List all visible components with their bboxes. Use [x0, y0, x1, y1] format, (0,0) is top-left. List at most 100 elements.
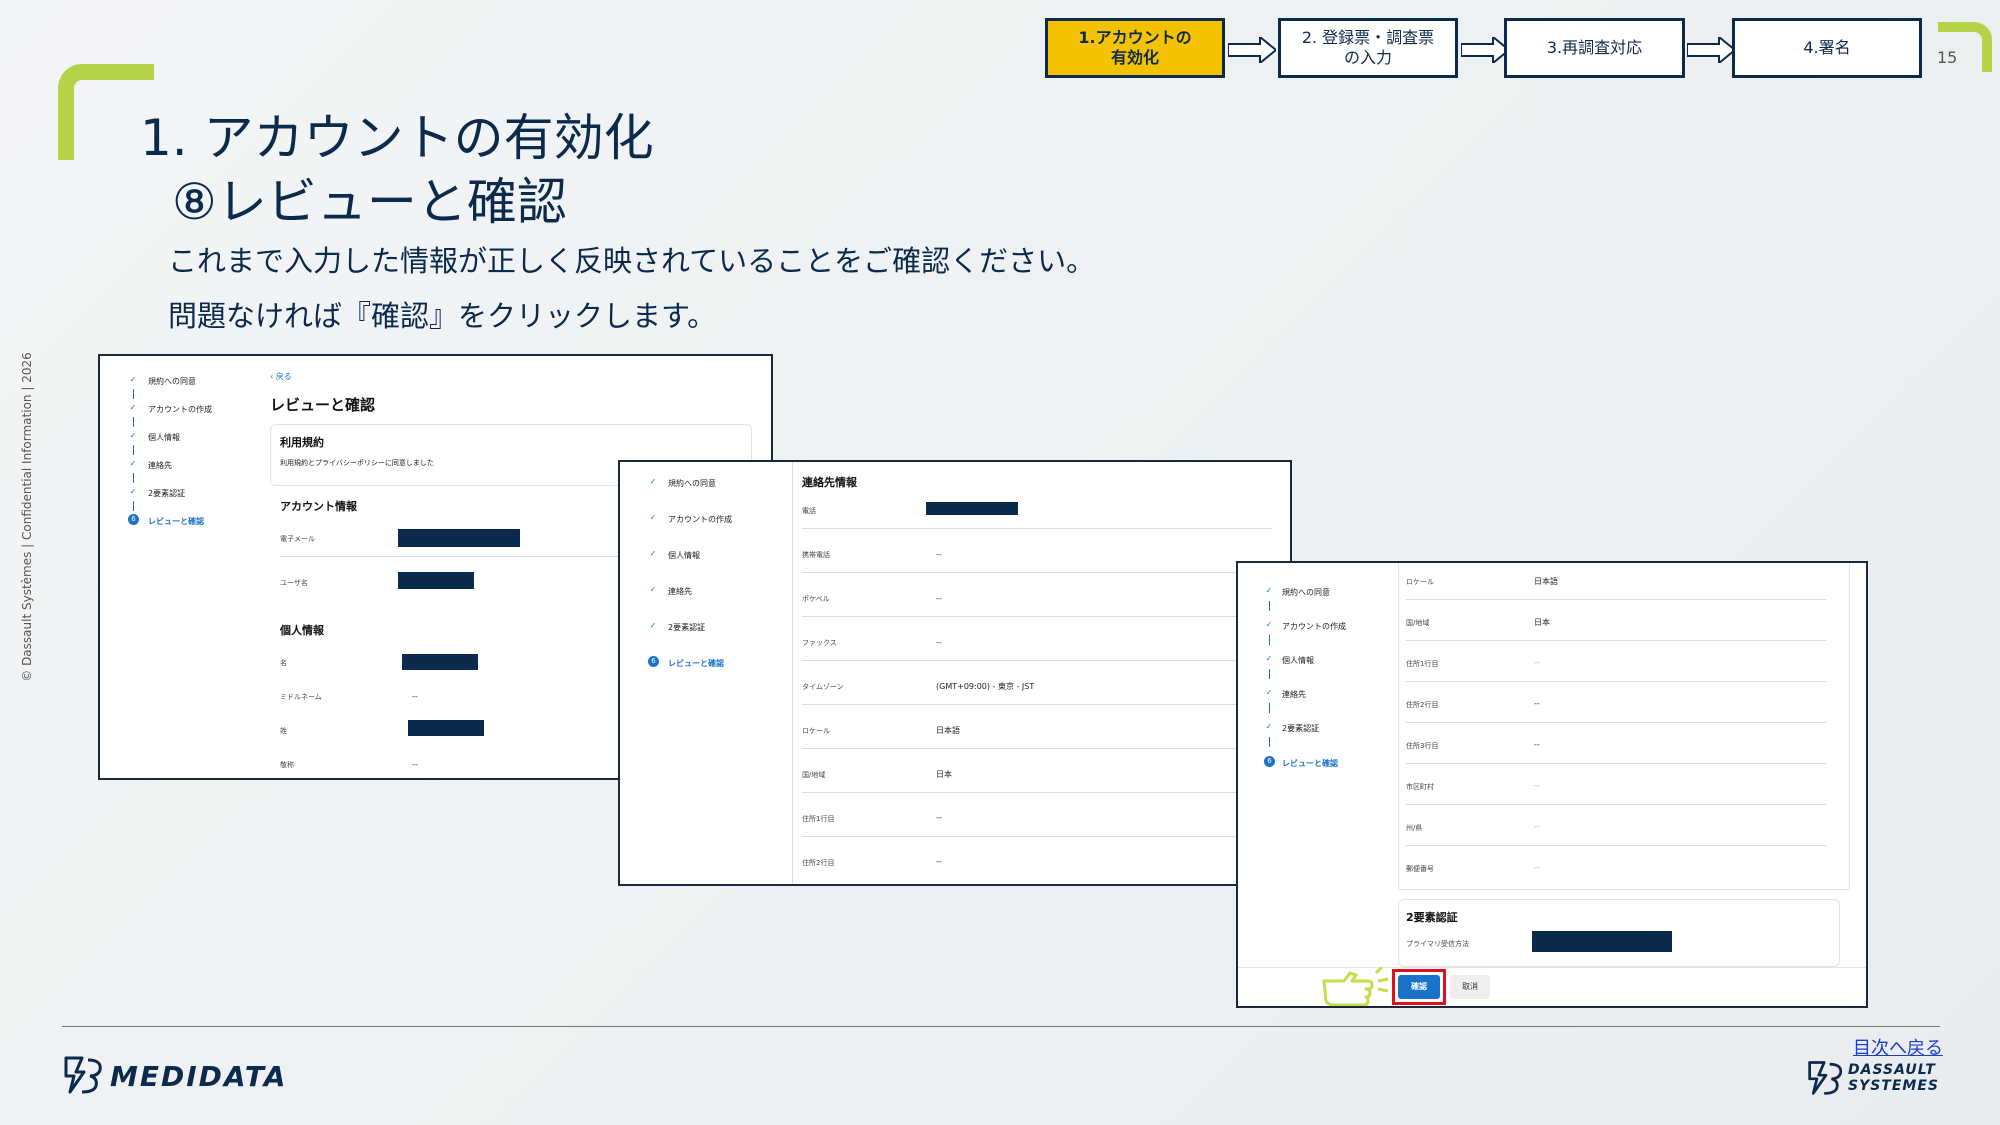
redacted-phone: [926, 502, 1018, 515]
row-label: 州/県: [1406, 824, 1423, 832]
step-4-signature: 4.署名: [1732, 18, 1922, 78]
terms-title: 利用規約: [280, 436, 324, 449]
sidebar-item-review: レビューと確認: [1282, 759, 1338, 768]
dassault-systemes-logo: DASSAULT SYSTEMES: [1806, 1058, 1942, 1098]
sidebar-item-review: レビューと確認: [148, 517, 204, 526]
row-value: --: [1534, 699, 1540, 708]
step-1-activate-account: 1.アカウントの 有効化: [1045, 18, 1225, 78]
sidebar-item-contact: 連絡先: [148, 461, 172, 470]
row-value: 日本語: [1534, 577, 1558, 586]
check-icon: ✓: [129, 487, 137, 496]
cancel-button[interactable]: 取消: [1450, 975, 1490, 999]
row-label: ポケベル: [802, 595, 830, 603]
row-label: 住所2行目: [802, 859, 835, 867]
sidebar-item-terms: 規約への同意: [148, 377, 196, 386]
check-icon: ✓: [1265, 586, 1273, 595]
redacted-last-name: [408, 720, 484, 736]
row-label: 電話: [802, 507, 816, 515]
screenshot-review-2: ✓ 規約への同意 ✓ アカウントの作成 ✓ 個人情報 ✓ 連絡先 ✓ 2要素認証…: [618, 460, 1292, 886]
address-card: [1398, 563, 1850, 890]
row-value: --: [1534, 658, 1540, 667]
row-value: --: [936, 857, 942, 866]
ds-wordmark-line2: SYSTEMES: [1848, 1078, 1939, 1094]
first-name-label: 名: [280, 659, 287, 667]
middle-name-value: --: [412, 692, 418, 701]
row-value: --: [936, 550, 942, 559]
row-label: 住所2行目: [1406, 701, 1439, 709]
row-value: --: [936, 813, 942, 822]
sidebar-item-account: アカウントの作成: [1282, 622, 1346, 631]
3ds-logo-icon: [1808, 1061, 1843, 1095]
sidebar-item-personal: 個人情報: [148, 433, 180, 442]
3ds-logo-icon: [64, 1056, 102, 1094]
back-to-toc-link[interactable]: 目次へ戻る: [1853, 1034, 1943, 1060]
instruction-line-1: これまで入力した情報が正しく反映されていることをご確認ください。: [168, 244, 1096, 278]
redacted-email: [398, 529, 520, 547]
row-label: 国/地域: [1406, 619, 1430, 627]
check-icon: ✓: [129, 403, 137, 412]
back-link[interactable]: ‹ 戻る: [270, 371, 292, 382]
review-heading: レビューと確認: [270, 396, 376, 414]
sidebar-item-terms: 規約への同意: [1282, 588, 1330, 597]
pointing-hand-icon: [1322, 967, 1389, 1006]
twofa-label: プライマリ受信方法: [1406, 940, 1469, 948]
check-icon: ✓: [129, 459, 137, 468]
middle-name-label: ミドルネーム: [280, 693, 322, 701]
screenshot-review-3: ✓ 規約への同意 ✓ アカウントの作成 ✓ 個人情報 ✓ 連絡先 ✓ 2要素認証…: [1236, 561, 1868, 1008]
row-value: 日本: [1534, 618, 1550, 627]
row-label: 国/地域: [802, 771, 826, 779]
row-value: --: [1534, 863, 1540, 872]
row-value: --: [936, 594, 942, 603]
terms-text: 利用規約とプライバシーポリシーに同意しました: [280, 459, 434, 467]
redacted-username: [398, 572, 474, 589]
step-arrow-icon: [1228, 37, 1276, 63]
check-icon: ✓: [649, 477, 657, 486]
check-icon: ✓: [649, 585, 657, 594]
title-label: 敬称: [280, 761, 294, 769]
sidebar-item-contact: 連絡先: [1282, 690, 1306, 699]
instruction-line-2: 問題なければ『確認』をクリックします。: [168, 299, 717, 333]
check-icon: ✓: [1265, 620, 1273, 629]
sidebar-item-personal: 個人情報: [668, 551, 700, 560]
confirm-button[interactable]: 確認: [1398, 975, 1440, 999]
page-number: 15: [1937, 48, 1958, 67]
redacted-2fa-method: [1532, 931, 1672, 952]
row-value: 日本語: [936, 726, 960, 735]
step-3-resurvey: 3.再調査対応: [1504, 18, 1685, 78]
username-label: ユーザ名: [280, 579, 308, 587]
sidebar-item-account: アカウントの作成: [668, 515, 732, 524]
check-icon: ✓: [1265, 688, 1273, 697]
check-icon: ✓: [129, 431, 137, 440]
footer-divider: [62, 1026, 1940, 1027]
step-number-icon: 6: [128, 514, 139, 525]
sidebar-item-2fa: 2要素認証: [668, 623, 706, 632]
check-icon: ✓: [1265, 654, 1273, 663]
row-label: 携帯電話: [802, 551, 830, 559]
ds-wordmark-line1: DASSAULT: [1848, 1062, 1936, 1078]
row-label: 市区町村: [1406, 783, 1434, 791]
row-label: 住所3行目: [1406, 742, 1439, 750]
row-label: タイムゾーン: [802, 683, 844, 691]
back-link-label: 戻る: [275, 372, 292, 381]
row-value: 日本: [936, 770, 952, 779]
email-label: 電子メール: [280, 535, 315, 543]
sidebar-item-review: レビューと確認: [668, 659, 724, 668]
last-name-label: 姓: [280, 727, 287, 735]
row-label: ロケール: [802, 727, 830, 735]
step-arrow-icon: [1687, 37, 1735, 63]
personal-title: 個人情報: [280, 624, 324, 637]
check-icon: ✓: [129, 375, 137, 384]
row-value: --: [936, 638, 942, 647]
sidebar-item-2fa: 2要素認証: [1282, 724, 1320, 733]
row-label: ロケール: [1406, 578, 1434, 586]
account-title: アカウント情報: [280, 500, 357, 513]
contact-heading: 連絡先情報: [802, 476, 857, 489]
check-icon: ✓: [649, 513, 657, 522]
page-title: 1. アカウントの有効化: [140, 109, 654, 167]
row-value: --: [1534, 822, 1540, 831]
row-value: (GMT+09:00) - 東京 - JST: [936, 682, 1035, 691]
step-arrow-icon: [1461, 37, 1509, 63]
sidebar-item-contact: 連絡先: [668, 587, 692, 596]
title-value: --: [412, 760, 418, 769]
step-number-icon: 6: [1264, 756, 1275, 767]
